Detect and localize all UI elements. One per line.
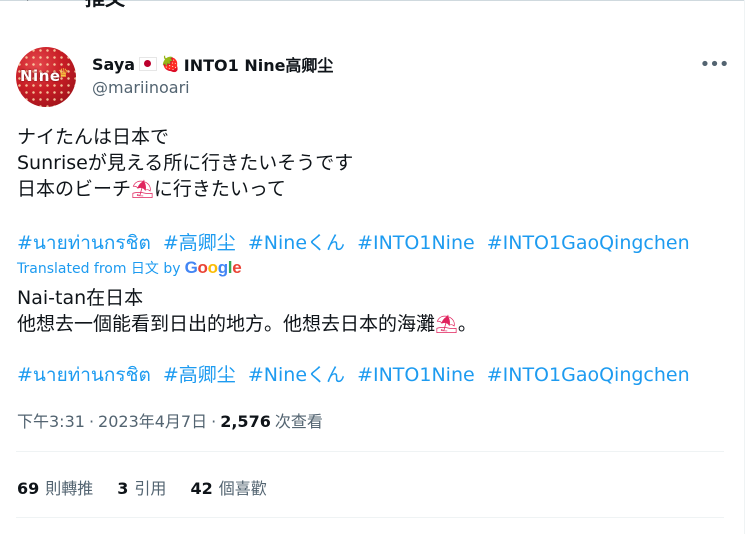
display-name-prefix: Saya	[92, 54, 136, 74]
translated-line-part: 他想去一個能看到日出的地方。他想去日本的海灘	[17, 313, 436, 335]
avatar-text: Nine	[20, 67, 61, 85]
translated-line-part: 。	[457, 313, 477, 335]
hashtag-link[interactable]: #Nineくん	[248, 364, 345, 386]
tweet-time[interactable]: 下午3:31	[17, 408, 85, 432]
header: 推文	[0, 0, 745, 12]
hashtag-link[interactable]: #INTO1GaoQingchen	[487, 364, 690, 386]
hashtag-link[interactable]: #Nineくん	[248, 232, 345, 254]
tweet-line-part: に行きたいって	[153, 178, 286, 200]
divider	[16, 517, 724, 518]
likes-count: 42	[190, 479, 213, 498]
hashtag-link[interactable]: #INTO1Nine	[357, 364, 475, 386]
hashtag-link[interactable]: #นายท่านกรชิต	[17, 232, 151, 254]
meta-separator: ·	[88, 412, 95, 431]
tweet-text: ナイたんは日本で Sunriseが見える所に行きたいそうです 日本のビーチ⛱に行…	[17, 124, 353, 202]
tweet-date[interactable]: 2023年4月7日	[98, 408, 207, 432]
translated-label: Translated from 日文 by	[17, 261, 181, 277]
display-name[interactable]: Saya 🍓 INTO1 Nine高卿尘	[92, 52, 333, 76]
arrow-left-icon[interactable]	[12, 0, 44, 10]
google-letter: G	[184, 258, 198, 277]
avatar[interactable]: Nine ♛	[16, 47, 76, 107]
translated-hashtag-row: #นายท่านกรชิต #高卿尘 #Nineくん #INTO1Nine #I…	[17, 360, 696, 390]
google-letter: g	[217, 258, 228, 277]
google-letter: o	[197, 258, 208, 277]
hashtag-link[interactable]: #นายท่านกรชิต	[17, 364, 151, 386]
quotes-label: 引用	[134, 479, 167, 498]
retweets-stat[interactable]: 69 則轉推	[17, 475, 93, 499]
tweet-line-3: 日本のビーチ⛱に行きたいって	[17, 176, 353, 202]
translated-text: Nai-tan在日本 他想去一個能看到日出的地方。他想去日本的海灘⛱。	[17, 285, 477, 337]
tweet-page: 推文 Nine ♛ Saya 🍓 INTO1 Nine高卿尘 @mariinoa…	[0, 0, 745, 534]
crown-icon: ♛	[58, 66, 69, 80]
hashtag-link[interactable]: #INTO1GaoQingchen	[487, 232, 690, 254]
hashtag-row: #นายท่านกรชิต #高卿尘 #Nineくん #INTO1Nine #I…	[17, 228, 696, 258]
more-horizontal-icon[interactable]: •••	[700, 52, 730, 76]
likes-label: 個喜歡	[218, 479, 267, 498]
quotes-stat[interactable]: 3 引用	[117, 475, 166, 499]
translation-attribution: Translated from 日文 by Google	[17, 258, 242, 278]
hashtag-link[interactable]: #INTO1Nine	[357, 232, 475, 254]
google-logo[interactable]: Google	[185, 258, 242, 278]
retweets-count: 69	[17, 479, 40, 498]
translated-line: Nai-tan在日本	[17, 287, 144, 309]
engagement-stats: 69 則轉推 3 引用 42 個喜歡	[17, 475, 267, 499]
page-title: 推文	[85, 0, 125, 11]
google-letter: e	[232, 258, 242, 277]
views-count: 2,576	[220, 412, 271, 431]
tweet-meta: 下午3:31 · 2023年4月7日 · 2,576 次查看	[17, 408, 323, 432]
arrow-left-icon-svg	[27, 0, 29, 1]
japan-flag-icon	[139, 57, 158, 71]
divider	[16, 451, 724, 452]
beach-umbrella-icon: ⛱	[435, 314, 458, 335]
user-handle[interactable]: @mariinoari	[92, 78, 190, 97]
display-name-suffix: INTO1 Nine高卿尘	[183, 56, 334, 75]
meta-separator: ·	[211, 412, 217, 431]
beach-umbrella-icon: ⛱	[131, 179, 154, 200]
views-label: 次查看	[274, 412, 323, 431]
tweet-line: ナイたんは日本で	[17, 126, 170, 148]
hashtag-link[interactable]: #高卿尘	[163, 232, 236, 254]
translated-line-2: 他想去一個能看到日出的地方。他想去日本的海灘⛱。	[17, 311, 477, 337]
retweets-label: 則轉推	[45, 479, 94, 498]
tweet-line: Sunriseが見える所に行きたいそうです	[17, 152, 354, 174]
hashtag-link[interactable]: #高卿尘	[163, 364, 236, 386]
strawberry-icon: 🍓	[161, 55, 180, 73]
quotes-count: 3	[117, 479, 129, 498]
google-letter: o	[207, 258, 218, 277]
tweet-line-part: 日本のビーチ	[17, 178, 132, 200]
likes-stat[interactable]: 42 個喜歡	[190, 475, 266, 499]
